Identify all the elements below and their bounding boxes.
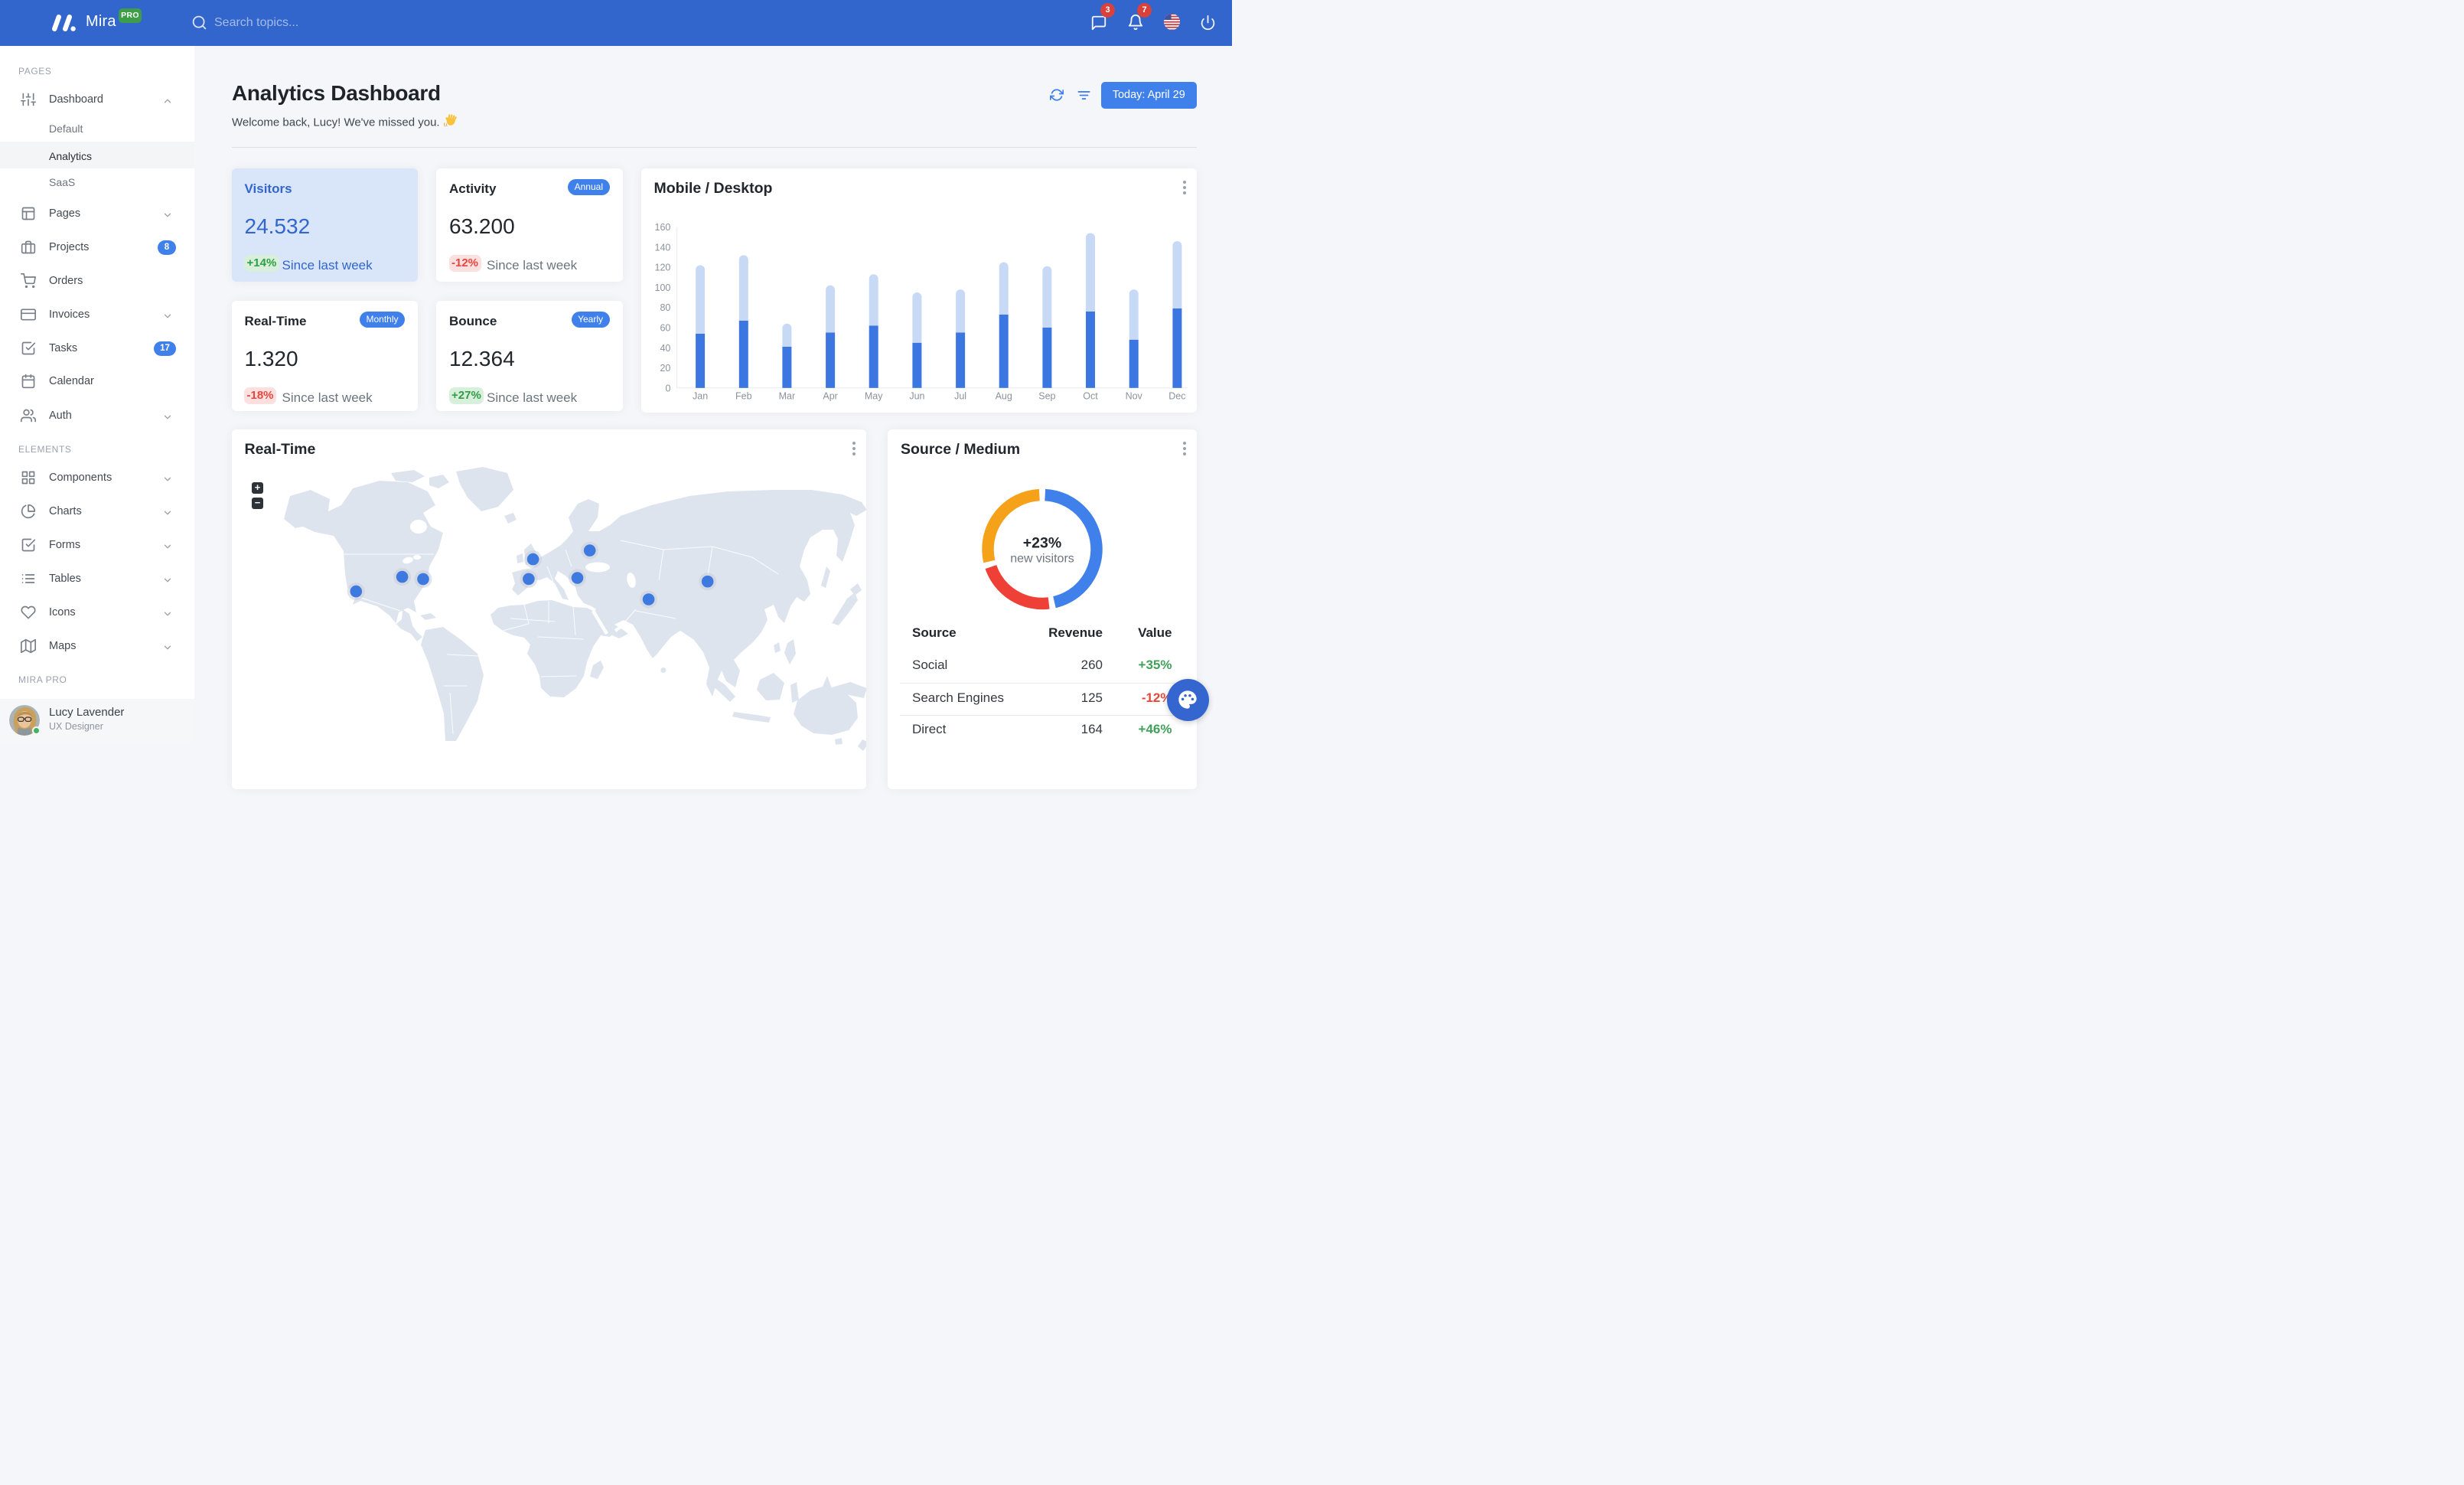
svg-text:140: 140 — [654, 242, 670, 253]
svg-text:Sep: Sep — [1038, 391, 1055, 402]
svg-text:Oct: Oct — [1083, 391, 1098, 402]
svg-text:Jun: Jun — [909, 391, 924, 402]
svg-text:Jul: Jul — [954, 391, 966, 402]
svg-text:new visitors: new visitors — [1010, 553, 1074, 566]
svg-text:Jan: Jan — [693, 391, 708, 402]
svg-text:120: 120 — [654, 263, 670, 273]
svg-text:Aug: Aug — [995, 391, 1012, 402]
svg-text:160: 160 — [654, 222, 670, 233]
svg-text:May: May — [864, 391, 882, 402]
svg-text:+23%: +23% — [1023, 535, 1061, 552]
svg-text:Feb: Feb — [735, 391, 752, 402]
svg-text:0: 0 — [665, 383, 670, 393]
svg-text:80: 80 — [660, 302, 670, 313]
svg-text:Mar: Mar — [778, 391, 795, 402]
svg-text:40: 40 — [660, 343, 670, 354]
svg-text:Apr: Apr — [823, 391, 837, 402]
svg-text:Dec: Dec — [1168, 391, 1185, 402]
svg-text:60: 60 — [660, 323, 670, 334]
svg-text:100: 100 — [654, 282, 670, 293]
svg-text:Nov: Nov — [1125, 391, 1142, 402]
svg-text:20: 20 — [660, 363, 670, 374]
